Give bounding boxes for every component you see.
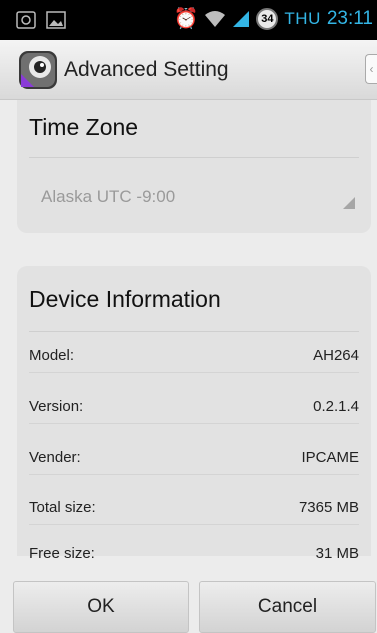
device-info-section: Device Information Model: AH264 Version:… bbox=[17, 266, 371, 562]
row-value: AH264 bbox=[313, 347, 359, 364]
time-zone-select[interactable]: Alaska UTC -9:00 bbox=[29, 177, 359, 215]
status-time: 23:11 bbox=[326, 8, 373, 29]
camera-notification-icon bbox=[16, 11, 36, 29]
alarm-icon: ⏰ bbox=[173, 8, 199, 30]
notification-icons bbox=[16, 10, 66, 30]
row-label: Free size: bbox=[29, 545, 95, 562]
info-row-model: Model: AH264 bbox=[29, 332, 359, 382]
ok-button[interactable]: OK bbox=[13, 581, 189, 633]
dialog-button-bar: OK Cancel bbox=[0, 568, 377, 633]
spinner-corner-icon bbox=[343, 197, 355, 209]
row-divider bbox=[29, 524, 359, 525]
signal-icon bbox=[233, 11, 250, 27]
device-info-title: Device Information bbox=[29, 286, 221, 312]
divider bbox=[29, 157, 359, 158]
status-bar: ⏰ 34 THU 23:11 bbox=[0, 0, 377, 40]
time-zone-section: Time Zone Alaska UTC -9:00 bbox=[17, 100, 371, 233]
chevron-left-icon: ‹ bbox=[369, 62, 374, 76]
row-divider bbox=[29, 474, 359, 475]
row-label: Vender: bbox=[29, 449, 81, 466]
row-divider bbox=[29, 423, 359, 424]
time-zone-value: Alaska UTC -9:00 bbox=[41, 187, 176, 206]
back-tab[interactable]: ‹ bbox=[365, 54, 377, 84]
battery-icon: 34 bbox=[256, 8, 279, 30]
cancel-button[interactable]: Cancel bbox=[199, 581, 376, 633]
row-label: Version: bbox=[29, 398, 84, 415]
app-icon[interactable] bbox=[18, 50, 58, 90]
row-value: 7365 MB bbox=[298, 499, 359, 516]
row-value: IPCAME bbox=[301, 449, 359, 466]
row-value: 0.2.1.4 bbox=[313, 398, 359, 415]
info-row-vender: Vender: IPCAME bbox=[29, 434, 359, 484]
row-divider bbox=[29, 372, 359, 373]
row-label: Total size: bbox=[29, 499, 96, 516]
status-day: THU bbox=[284, 9, 321, 28]
time-zone-title: Time Zone bbox=[29, 114, 139, 140]
info-row-total-size: Total size: 7365 MB bbox=[29, 484, 359, 534]
system-icons: ⏰ 34 THU 23:11 bbox=[173, 8, 373, 30]
row-value: 31 MB bbox=[315, 545, 359, 562]
action-bar: Advanced Setting ‹ bbox=[0, 40, 377, 100]
image-notification-icon bbox=[46, 11, 66, 29]
page-title: Advanced Setting bbox=[64, 58, 229, 81]
info-row-version: Version: 0.2.1.4 bbox=[29, 383, 359, 433]
wifi-icon bbox=[205, 11, 226, 27]
row-label: Model: bbox=[29, 347, 75, 364]
